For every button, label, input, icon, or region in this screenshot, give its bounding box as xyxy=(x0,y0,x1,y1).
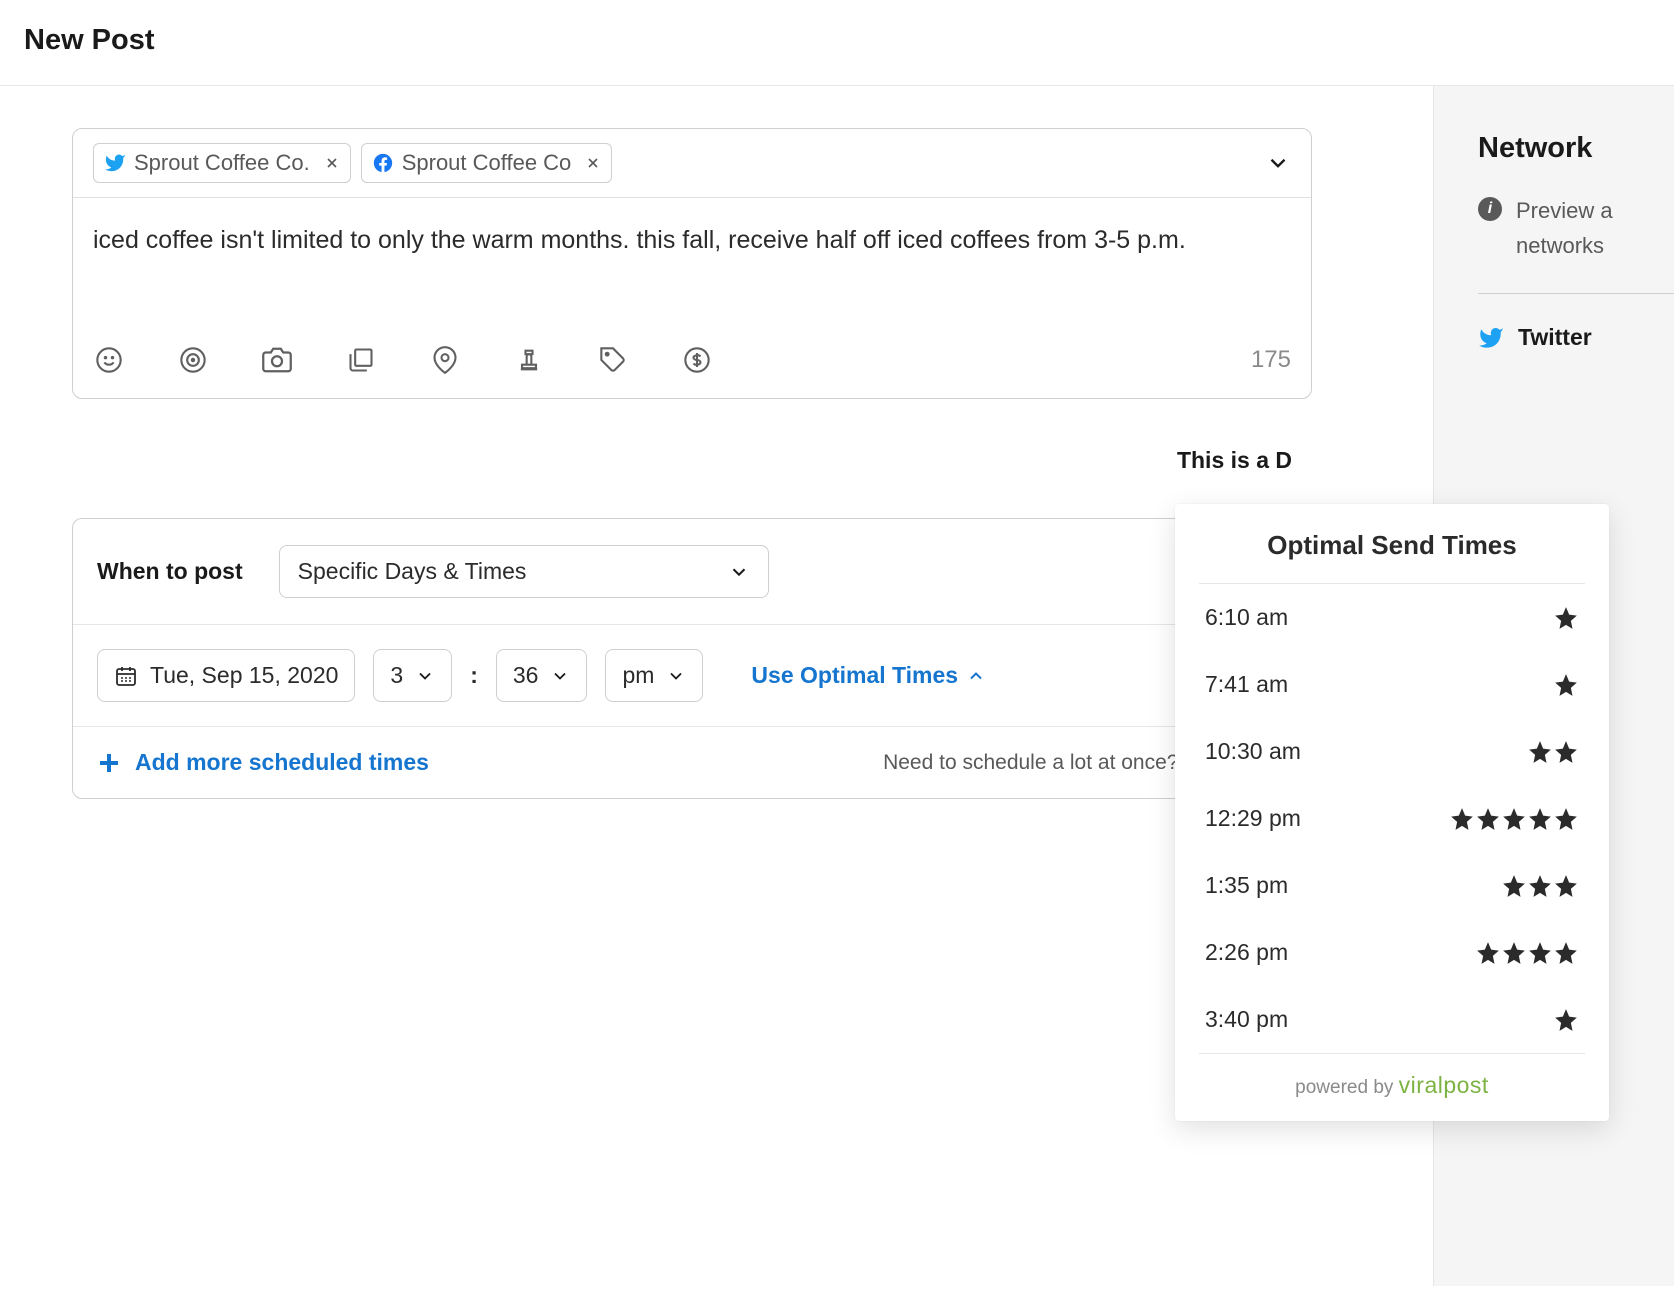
remove-profile-icon[interactable] xyxy=(579,155,601,171)
hour-select[interactable]: 3 xyxy=(373,649,452,702)
draft-note-text: This is a D xyxy=(72,399,1312,474)
dollar-icon[interactable] xyxy=(681,344,713,376)
calendar-icon xyxy=(114,664,138,688)
time-colon: : xyxy=(470,662,478,689)
optimal-time-label: 7:41 am xyxy=(1205,671,1288,698)
stamp-icon[interactable] xyxy=(513,344,545,376)
hour-value: 3 xyxy=(390,662,403,689)
sidebar-info-line2: networks xyxy=(1516,233,1604,258)
bulk-note-text: Need to schedule a lot at once? xyxy=(883,751,1184,774)
optimal-time-stars xyxy=(1553,605,1579,631)
ampm-value: pm xyxy=(622,662,654,689)
chevron-down-icon xyxy=(415,666,435,686)
character-count: 175 xyxy=(1251,346,1291,374)
powered-prefix: powered by xyxy=(1295,1077,1399,1098)
optimal-time-row[interactable]: 6:10 am xyxy=(1175,584,1609,651)
ampm-select[interactable]: pm xyxy=(605,649,703,702)
optimal-time-row[interactable]: 1:35 pm xyxy=(1175,852,1609,919)
chevron-down-icon xyxy=(550,666,570,686)
powered-by-label: powered by viralpost xyxy=(1175,1054,1609,1099)
twitter-icon xyxy=(1478,325,1504,351)
profile-selector-row: Sprout Coffee Co. Sprout Coffee Co xyxy=(73,129,1311,198)
optimal-time-label: 3:40 pm xyxy=(1205,1006,1288,1033)
expand-profiles-icon[interactable] xyxy=(1265,150,1291,176)
optimal-time-row[interactable]: 12:29 pm xyxy=(1175,785,1609,852)
minute-select[interactable]: 36 xyxy=(496,649,588,702)
schedule-mode-value: Specific Days & Times xyxy=(298,558,527,585)
post-content-textarea[interactable]: iced coffee isn't limited to only the wa… xyxy=(93,222,1291,322)
camera-icon[interactable] xyxy=(261,344,293,376)
date-picker[interactable]: Tue, Sep 15, 2020 xyxy=(97,649,355,702)
optimal-link-label: Use Optimal Times xyxy=(751,662,958,689)
date-value: Tue, Sep 15, 2020 xyxy=(150,662,338,689)
optimal-time-stars xyxy=(1527,739,1579,765)
schedule-card: When to post Specific Days & Times Tue, … xyxy=(72,518,1312,799)
viralpost-brand: viralpost xyxy=(1399,1072,1489,1098)
chevron-down-icon xyxy=(666,666,686,686)
use-optimal-times-link[interactable]: Use Optimal Times xyxy=(751,662,986,689)
optimal-time-stars xyxy=(1449,806,1579,832)
composer-toolbar: 175 xyxy=(73,322,1311,398)
chevron-down-icon xyxy=(728,561,750,583)
optimal-time-stars xyxy=(1501,873,1579,899)
remove-profile-icon[interactable] xyxy=(318,155,340,171)
sidebar-tab-twitter[interactable]: Twitter xyxy=(1478,324,1674,351)
sidebar-title: Network xyxy=(1478,132,1674,165)
optimal-time-label: 1:35 pm xyxy=(1205,872,1288,899)
schedule-mode-select[interactable]: Specific Days & Times xyxy=(279,545,769,598)
optimal-time-label: 6:10 am xyxy=(1205,604,1288,631)
optimal-time-stars xyxy=(1553,1007,1579,1033)
optimal-time-stars xyxy=(1553,672,1579,698)
profile-chip-facebook[interactable]: Sprout Coffee Co xyxy=(361,143,613,183)
facebook-icon xyxy=(372,152,394,174)
optimal-time-row[interactable]: 3:40 pm xyxy=(1175,986,1609,1053)
page-header: New Post xyxy=(0,0,1674,86)
minute-value: 36 xyxy=(513,662,539,689)
optimal-times-popup: Optimal Send Times 6:10 am 7:41 am 10:30 a… xyxy=(1175,504,1609,1121)
optimal-time-label: 2:26 pm xyxy=(1205,939,1288,966)
optimal-time-stars xyxy=(1475,940,1579,966)
optimal-time-label: 12:29 pm xyxy=(1205,805,1301,832)
composer-card: Sprout Coffee Co. Sprout Coffee Co xyxy=(72,128,1312,399)
info-icon: i xyxy=(1478,197,1502,221)
target-icon[interactable] xyxy=(177,344,209,376)
add-scheduled-times-link[interactable]: Add more scheduled times xyxy=(135,749,429,776)
chevron-up-icon xyxy=(966,666,986,686)
profile-chip-label: Sprout Coffee Co. xyxy=(134,150,310,176)
sidebar-info-line1: Preview a xyxy=(1516,198,1613,223)
optimal-time-row[interactable]: 7:41 am xyxy=(1175,651,1609,718)
tag-icon[interactable] xyxy=(597,344,629,376)
emoji-icon[interactable] xyxy=(93,344,125,376)
when-to-post-label: When to post xyxy=(97,558,243,585)
plus-icon xyxy=(97,751,121,775)
optimal-time-row[interactable]: 2:26 pm xyxy=(1175,919,1609,986)
page-title: New Post xyxy=(24,24,1650,57)
optimal-time-label: 10:30 am xyxy=(1205,738,1301,765)
twitter-icon xyxy=(104,152,126,174)
profile-chip-label: Sprout Coffee Co xyxy=(402,150,572,176)
popup-title: Optimal Send Times xyxy=(1175,530,1609,583)
profile-chip-twitter[interactable]: Sprout Coffee Co. xyxy=(93,143,351,183)
optimal-time-row[interactable]: 10:30 am xyxy=(1175,718,1609,785)
library-icon[interactable] xyxy=(345,344,377,376)
sidebar-divider xyxy=(1478,293,1674,294)
sidebar-info: i Preview a networks xyxy=(1478,193,1674,263)
sidebar-tab-label: Twitter xyxy=(1518,324,1592,351)
location-icon[interactable] xyxy=(429,344,461,376)
